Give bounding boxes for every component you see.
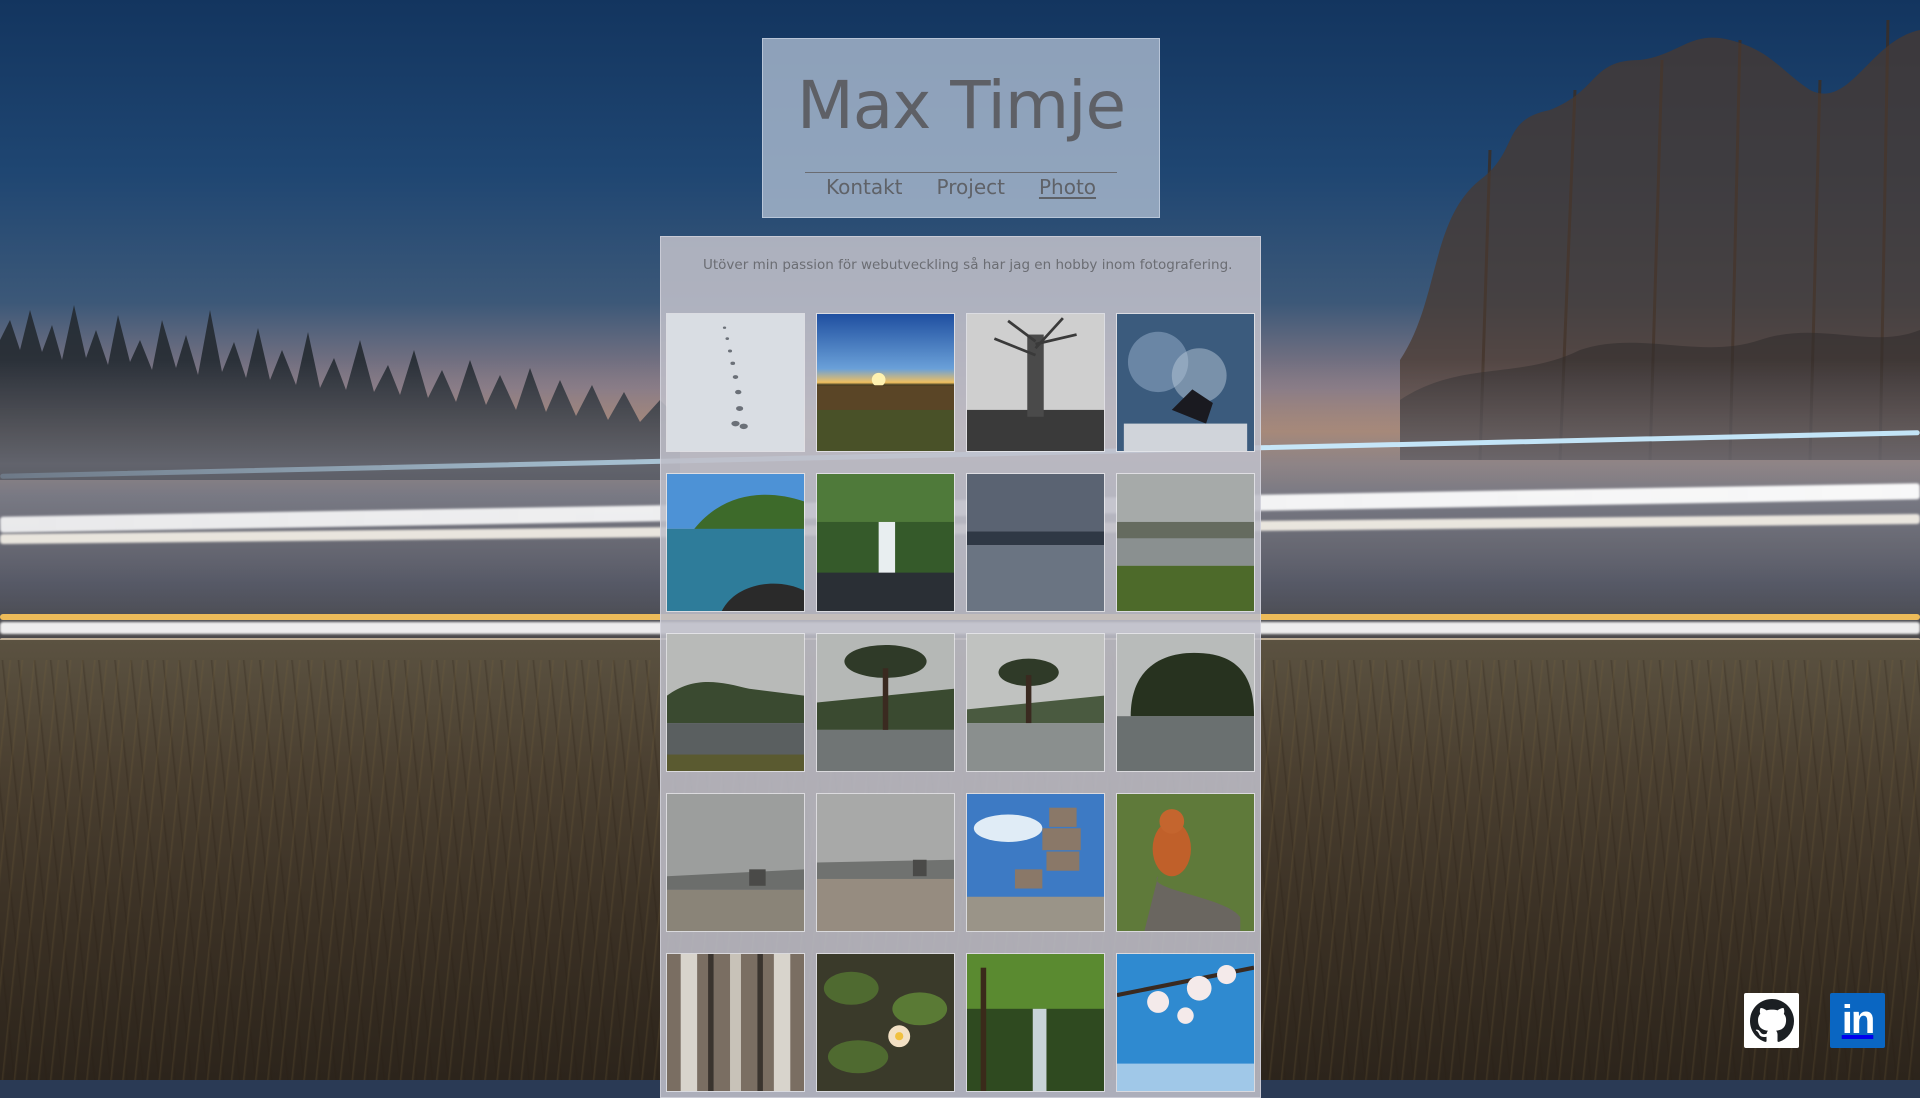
github-link[interactable]	[1744, 993, 1799, 1048]
photo-gallery	[666, 313, 1255, 1092]
photo-dead-tree-bw[interactable]	[966, 313, 1105, 452]
photo-red-squirrel[interactable]	[1116, 793, 1255, 932]
photo-cherry-blossom[interactable]	[1116, 953, 1255, 1092]
photo-stone-cairn[interactable]	[966, 793, 1105, 932]
photo-lake-shore[interactable]	[666, 473, 805, 612]
github-icon	[1749, 998, 1794, 1042]
photo-panel: Utöver min passion för webutveckling så …	[660, 236, 1261, 1098]
photo-castle-beach-2[interactable]	[816, 793, 955, 932]
main-nav: Kontakt Project Photo	[763, 175, 1159, 199]
linkedin-link[interactable]: in	[1830, 993, 1885, 1048]
photo-misty-lake[interactable]	[1116, 473, 1255, 612]
photo-castle-beach[interactable]	[666, 793, 805, 932]
photo-smoke-bowl[interactable]	[1116, 313, 1255, 452]
photo-forest-stream[interactable]	[966, 953, 1105, 1092]
photo-calm-lake[interactable]	[966, 473, 1105, 612]
photo-pine-tree[interactable]	[816, 633, 955, 772]
photo-pine-lake[interactable]	[966, 633, 1105, 772]
nav-kontakt-link[interactable]: Kontakt	[822, 175, 907, 199]
nav-divider	[805, 172, 1117, 173]
photo-pine-island[interactable]	[1116, 633, 1255, 772]
photo-island-trees[interactable]	[666, 633, 805, 772]
photo-bridge-underside[interactable]	[666, 953, 805, 1092]
nav-photo-link[interactable]: Photo	[1035, 175, 1100, 199]
photo-waterfall[interactable]	[816, 473, 955, 612]
photo-water-lily[interactable]	[816, 953, 955, 1092]
site-header: Max Timje Kontakt Project Photo	[762, 38, 1160, 218]
site-title: Max Timje	[796, 67, 1126, 144]
linkedin-icon: in	[1841, 998, 1876, 1042]
photo-sunset-field[interactable]	[816, 313, 955, 452]
nav-project-link[interactable]: Project	[933, 175, 1009, 199]
photo-footprints-snow[interactable]	[666, 313, 805, 452]
intro-text: Utöver min passion för webutveckling så …	[703, 257, 1233, 273]
